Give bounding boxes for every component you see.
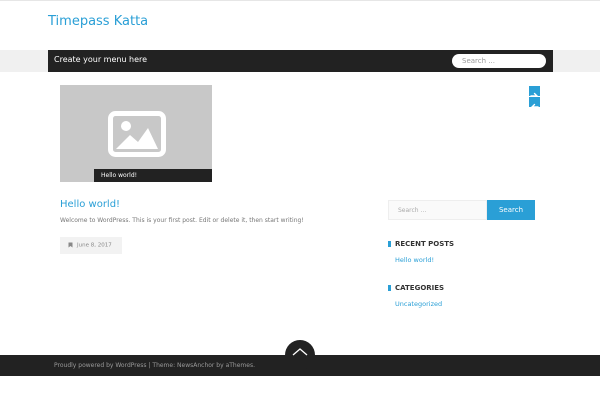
site-title[interactable]: Timepass Katta — [48, 14, 148, 29]
footer-suffix: . — [253, 362, 255, 369]
post-title[interactable]: Hello world! — [60, 199, 120, 210]
footer-bottom-space — [0, 376, 600, 400]
slider-caption[interactable]: Hello world! — [94, 169, 212, 182]
image-placeholder-icon — [108, 111, 166, 157]
slider-next-button[interactable] — [529, 86, 540, 100]
heading-marker — [388, 241, 391, 247]
category-link[interactable]: Uncategorized — [395, 300, 442, 308]
footer-theme-link[interactable]: NewsAnchor — [177, 362, 214, 369]
footer-credits: Proudly powered by WordPress | Theme: Ne… — [54, 362, 255, 369]
footer-prefix: Proudly powered by — [54, 362, 116, 369]
footer-author-link[interactable]: aThemes — [226, 362, 254, 369]
footer-by: by — [214, 362, 226, 369]
recent-post-link[interactable]: Hello world! — [395, 256, 434, 264]
post-date: June 8, 2017 — [77, 242, 112, 249]
slider-prev-button[interactable] — [529, 97, 540, 111]
post-excerpt: Welcome to WordPress. This is your first… — [60, 217, 304, 224]
arrow-left-icon — [531, 103, 539, 111]
footer-separator: | Theme: — [146, 362, 178, 369]
recent-posts-heading-label: RECENT POSTS — [395, 240, 455, 248]
recent-posts-heading: RECENT POSTS — [388, 240, 454, 248]
categories-heading-label: CATEGORIES — [395, 284, 445, 292]
top-border — [0, 0, 600, 1]
post-date-badge[interactable]: June 8, 2017 — [60, 237, 122, 254]
footer-wordpress-link[interactable]: WordPress — [115, 362, 146, 369]
sidebar-search-input[interactable] — [388, 200, 487, 220]
categories-heading: CATEGORIES — [388, 284, 444, 292]
chevron-up-icon — [292, 348, 308, 356]
main-navigation: Create your menu here — [48, 50, 553, 72]
heading-marker — [388, 285, 391, 291]
bookmark-icon — [68, 242, 73, 248]
back-to-top-button[interactable] — [285, 340, 315, 370]
slider-thumbnail[interactable] — [60, 85, 212, 182]
sidebar-search-button[interactable]: Search — [487, 200, 535, 220]
header-search-input[interactable] — [452, 54, 546, 68]
nav-menu-item[interactable]: Create your menu here — [54, 55, 147, 64]
